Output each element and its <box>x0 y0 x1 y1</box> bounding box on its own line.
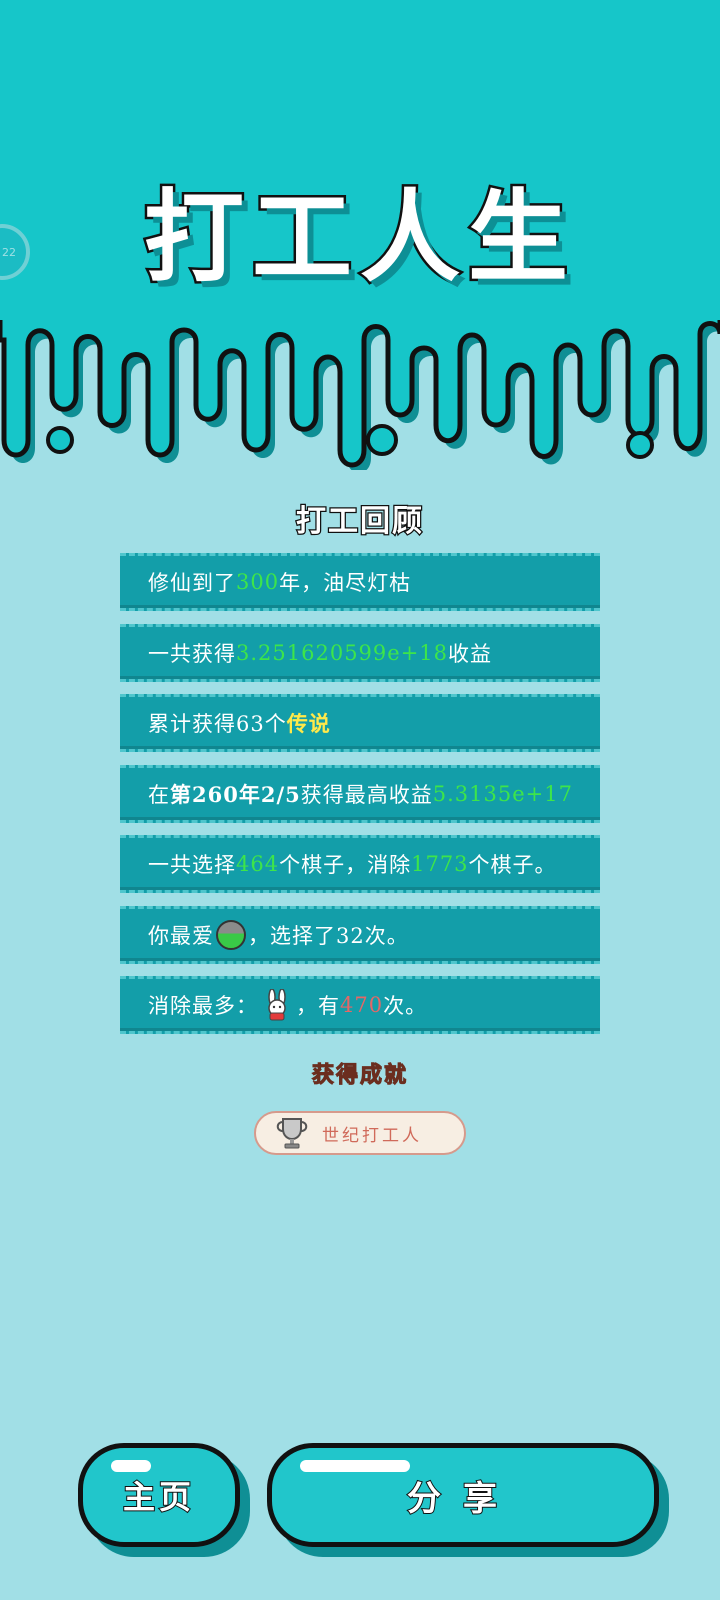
review-row-text: 年，油尽灯枯 <box>279 571 412 595</box>
trophy-icon <box>276 1118 308 1149</box>
review-row-text: 470 <box>340 993 384 1017</box>
game-title: 打工人生 <box>142 177 576 299</box>
review-row: 累计获得63个 传说 <box>120 694 600 752</box>
review-row-text: 1773 <box>411 852 469 876</box>
review-row-text: 第260年2/5 <box>170 781 301 807</box>
share-button[interactable]: 分享 <box>267 1443 659 1547</box>
review-row: 你最爱 ，选择了32次。 <box>120 905 600 964</box>
review-row-text: 个棋子，消除 <box>279 853 412 877</box>
green-slime-icon <box>216 919 246 950</box>
review-list: 修仙到了 300 年，油尽灯枯 一共获得 3.251620599e+18 收益 累计获得63… <box>120 553 600 1047</box>
share-button-label: 分享 <box>406 1478 519 1520</box>
review-row-text: 累计获得63个 <box>148 712 287 736</box>
review-row: 修仙到了 300 年，油尽灯枯 <box>120 553 600 611</box>
review-row-text: 300 <box>236 570 280 594</box>
achievement-title: 获得成就 <box>311 1062 408 1089</box>
review-row-text: 464 <box>236 852 280 876</box>
review-row-text: 个棋子。 <box>468 853 557 877</box>
review-row-text: 你最爱 <box>148 923 214 948</box>
review-row-text: 修仙到了 <box>148 571 236 595</box>
review-row-text: 5.3135e+17 <box>432 781 573 806</box>
home-button[interactable]: 主页 <box>78 1443 240 1547</box>
bunny-icon <box>262 988 292 1021</box>
home-button-label: 主页 <box>122 1477 195 1517</box>
review-row-text: 一共选择 <box>148 853 236 877</box>
review-title: 打工回顾 <box>295 503 424 541</box>
achievement-badge-label: 世纪打工人 <box>322 1125 422 1146</box>
button-shine <box>111 1460 151 1472</box>
button-shine <box>300 1460 410 1472</box>
review-row-text: 3.251620599e+18 <box>236 640 449 665</box>
review-row-text: ，有 <box>296 994 340 1018</box>
review-row-text: ，选择了32次。 <box>248 923 409 948</box>
review-row: 在 第260年2/5 获得最高收益 5.3135e+17 <box>120 764 600 823</box>
review-row-text: 一共获得 <box>148 641 236 666</box>
achievement-badge[interactable]: 世纪打工人 <box>254 1111 466 1155</box>
review-row-text: 传说 <box>286 711 331 736</box>
review-row-text: 收益 <box>448 641 493 666</box>
review-row-text: 次。 <box>383 994 428 1018</box>
review-row: 消除最多： ，有 470 次。 <box>120 976 600 1034</box>
review-row: 一共获得 3.251620599e+18 收益 <box>120 623 600 682</box>
review-row-text: 获得最高收益 <box>300 782 433 807</box>
review-row: 一共选择 464 个棋子，消除 1773 个棋子。 <box>120 835 600 893</box>
review-row-text: 消除最多： <box>148 994 258 1018</box>
review-row-text: 在 <box>148 782 170 807</box>
